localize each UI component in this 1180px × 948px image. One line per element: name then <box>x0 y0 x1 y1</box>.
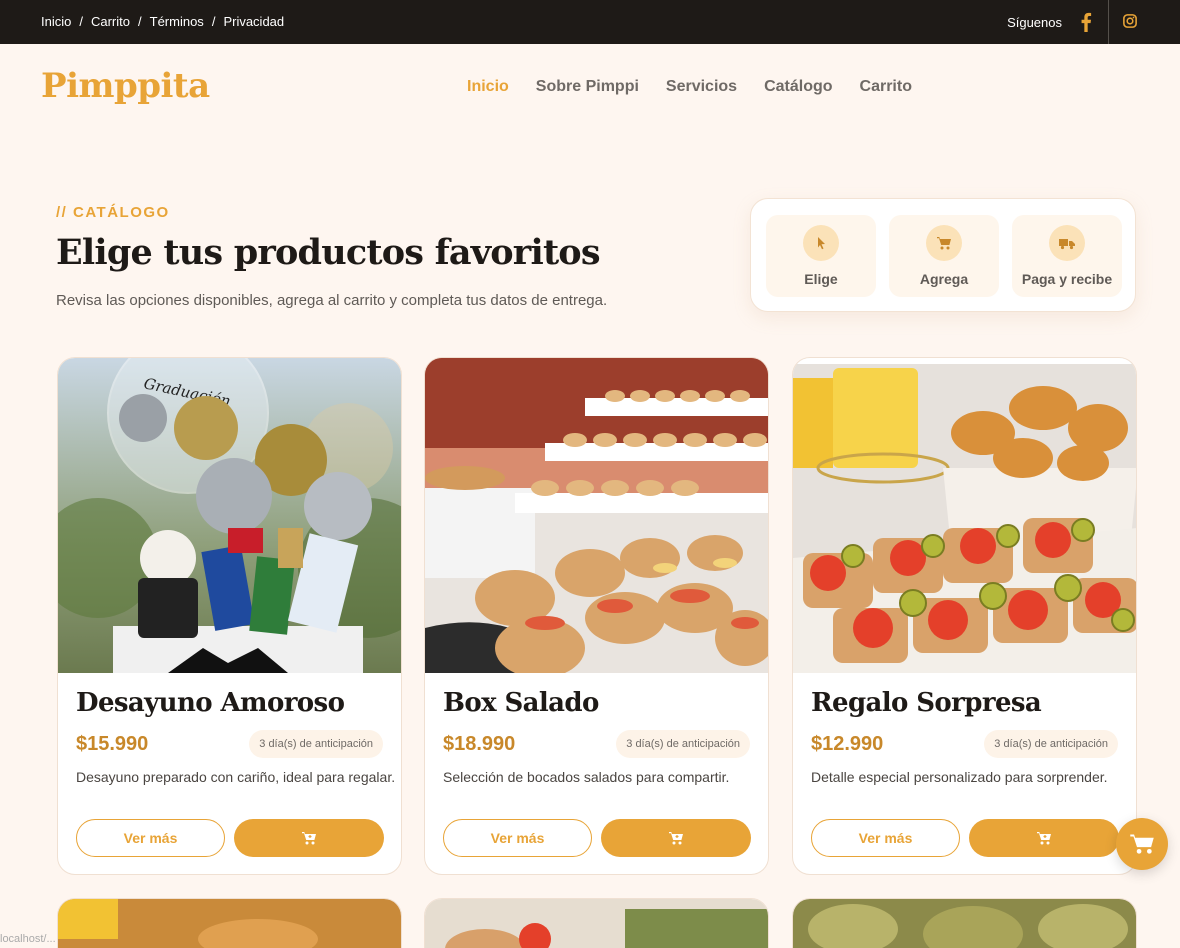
product-price: $15.990 <box>76 733 149 755</box>
product-photo-box-salado <box>425 358 768 673</box>
breadcrumb-separator: / <box>79 14 83 29</box>
product-price: $18.990 <box>443 733 516 755</box>
cart-icon <box>937 237 951 250</box>
product-card <box>792 898 1137 948</box>
breadcrumb: Inicio / Carrito / Términos / Privacidad <box>41 14 284 29</box>
product-card <box>424 898 769 948</box>
lead-time-badge: 3 día(s) de anticipación <box>984 730 1118 758</box>
cart-plus-icon <box>669 832 683 845</box>
nav-item-servicios[interactable]: Servicios <box>666 78 737 96</box>
breadcrumb-carrito[interactable]: Carrito <box>91 14 130 29</box>
product-card: Box Salado $18.990 3 día(s) de anticipac… <box>424 357 769 875</box>
step-label: Paga y recibe <box>1021 271 1113 287</box>
pointer-icon <box>818 237 825 250</box>
product-image[interactable] <box>793 899 1137 948</box>
breadcrumb-separator: / <box>138 14 142 29</box>
view-more-button[interactable]: Ver más <box>811 819 960 857</box>
product-image[interactable] <box>58 899 402 948</box>
step-icon-circle <box>803 225 839 261</box>
step-label: Elige <box>804 271 838 287</box>
truck-icon <box>1059 239 1075 250</box>
nav-item-inicio[interactable]: Inicio <box>467 78 509 96</box>
topbar-divider <box>1108 0 1109 44</box>
cart-plus-icon <box>1037 832 1051 845</box>
view-more-button[interactable]: Ver más <box>443 819 592 857</box>
cart-icon <box>1130 834 1154 854</box>
status-url: localhost/... <box>0 933 56 945</box>
follow-label: Síguenos <box>1007 15 1062 30</box>
main-nav: Inicio Sobre Pimppi Servicios Catálogo C… <box>467 78 912 96</box>
product-title: Desayuno Amoroso <box>76 688 345 718</box>
breadcrumb-terminos[interactable]: Términos <box>150 14 204 29</box>
top-bar: Inicio / Carrito / Términos / Privacidad… <box>0 0 1180 44</box>
product-image[interactable] <box>425 899 769 948</box>
section-eyebrow: // CATÁLOGO <box>56 204 170 221</box>
view-more-button[interactable]: Ver más <box>76 819 225 857</box>
page-title: Elige tus productos favoritos <box>56 232 601 273</box>
step-icon-circle <box>1049 225 1085 261</box>
nav-item-catalogo[interactable]: Catálogo <box>764 78 832 96</box>
product-card <box>57 898 402 948</box>
nav-item-carrito[interactable]: Carrito <box>860 78 912 96</box>
lead-time-badge: 3 día(s) de anticipación <box>616 730 750 758</box>
facebook-icon[interactable] <box>1079 12 1093 32</box>
product-price: $12.990 <box>811 733 884 755</box>
breadcrumb-privacidad[interactable]: Privacidad <box>223 14 284 29</box>
step-agrega: Agrega <box>889 215 999 297</box>
product-image[interactable] <box>425 358 768 673</box>
product-title: Box Salado <box>443 688 599 718</box>
product-photo-regalo-sorpresa <box>793 358 1136 673</box>
product-card: Graduación Desayuno Amoroso $15.990 3 dí… <box>57 357 402 875</box>
add-to-cart-button[interactable] <box>601 819 751 857</box>
page-subtitle: Revisa las opciones disponibles, agrega … <box>56 292 608 309</box>
step-elige: Elige <box>766 215 876 297</box>
product-title: Regalo Sorpresa <box>811 688 1042 718</box>
product-photo-desayuno: Graduación <box>58 358 401 673</box>
step-icon-circle <box>926 225 962 261</box>
cart-plus-icon <box>302 832 316 845</box>
product-description: Detalle especial personalizado para sorp… <box>811 769 1108 785</box>
lead-time-badge: 3 día(s) de anticipación <box>249 730 383 758</box>
product-image[interactable]: Graduación <box>58 358 401 673</box>
instagram-icon[interactable] <box>1123 14 1137 28</box>
floating-cart-button[interactable] <box>1116 818 1168 870</box>
add-to-cart-button[interactable] <box>969 819 1119 857</box>
step-paga-recibe: Paga y recibe <box>1012 215 1122 297</box>
add-to-cart-button[interactable] <box>234 819 384 857</box>
product-card: Regalo Sorpresa $12.990 3 día(s) de anti… <box>792 357 1137 875</box>
brand-logo[interactable]: Pimppita <box>41 66 210 106</box>
product-description: Selección de bocados salados para compar… <box>443 769 730 785</box>
product-description: Desayuno preparado con cariño, ideal par… <box>76 769 396 785</box>
steps-panel: Elige Agrega Paga y recibe <box>750 198 1136 312</box>
product-image[interactable] <box>793 358 1136 673</box>
nav-item-sobre-pimppi[interactable]: Sobre Pimppi <box>536 78 639 96</box>
breadcrumb-separator: / <box>211 14 216 29</box>
step-label: Agrega <box>919 271 969 287</box>
breadcrumb-inicio[interactable]: Inicio <box>41 14 71 29</box>
